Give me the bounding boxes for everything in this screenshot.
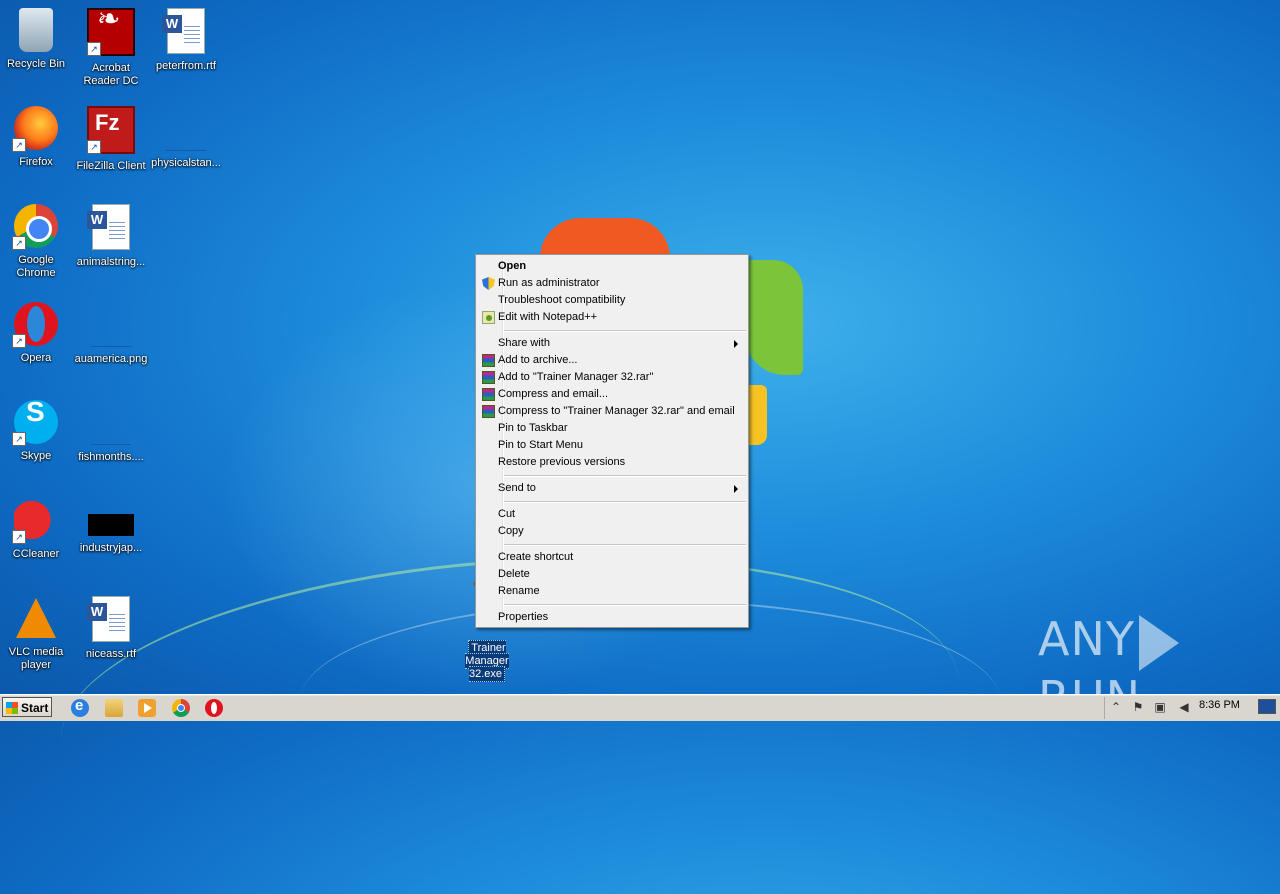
internet-explorer-icon[interactable] [71, 697, 89, 717]
menu-separator [504, 475, 746, 477]
skype-icon: ↗ [12, 400, 58, 446]
opera-icon: ↗ [12, 302, 58, 348]
desktop-icon-recycle-bin[interactable]: Recycle Bin [0, 8, 74, 71]
menu-separator [504, 544, 746, 546]
menu-item-add-to-rar[interactable]: Add to "Trainer Manager 32.rar" [478, 369, 744, 386]
network-icon[interactable]: ▣ [1153, 700, 1167, 714]
recycle-bin-icon [19, 8, 53, 52]
word-document-icon [87, 204, 130, 250]
menu-item-compress-to-rar-email[interactable]: Compress to "Trainer Manager 32.rar" and… [478, 403, 744, 420]
menu-item-properties[interactable]: Properties [478, 609, 744, 626]
ccleaner-icon: ↗ [12, 498, 58, 544]
menu-separator [504, 604, 746, 606]
image-file-icon [91, 324, 131, 347]
winrar-icon [482, 388, 495, 401]
menu-item-share-with[interactable]: Share with [478, 335, 744, 352]
filezilla-icon: ↗ [87, 106, 135, 154]
menu-separator [504, 330, 746, 332]
desktop-icon-chrome[interactable]: ↗ Google Chrome [0, 204, 74, 280]
menu-item-rename[interactable]: Rename [478, 583, 744, 600]
play-logo-icon [1138, 614, 1179, 671]
desktop-icon-opera[interactable]: ↗ Opera [0, 302, 74, 365]
winrar-icon [482, 371, 495, 384]
menu-separator [504, 501, 746, 503]
desktop-icon-physicalstan[interactable]: physicalstan... [148, 106, 224, 170]
notepadpp-icon [482, 311, 495, 324]
clock[interactable]: 8:36 PM [1199, 699, 1240, 711]
context-menu: Open Run as administrator Troubleshoot c… [475, 254, 749, 628]
show-desktop-icon[interactable] [1258, 699, 1276, 714]
shortcut-arrow-icon: ↗ [12, 432, 26, 446]
selected-icon-label: Trainer Manager 32.exe [465, 640, 509, 682]
menu-item-open[interactable]: Open [478, 258, 744, 275]
uac-shield-icon [482, 277, 495, 290]
volume-icon[interactable]: ◀ [1177, 700, 1191, 714]
shortcut-arrow-icon: ↗ [12, 138, 26, 152]
file-icon [88, 514, 134, 536]
opera-icon[interactable] [205, 699, 223, 717]
winrar-icon [482, 354, 495, 367]
menu-item-pin-start-menu[interactable]: Pin to Start Menu [478, 437, 744, 454]
menu-item-run-as-admin[interactable]: Run as administrator [478, 275, 744, 292]
windows-logo-icon [6, 702, 18, 714]
menu-item-create-shortcut[interactable]: Create shortcut [478, 549, 744, 566]
shortcut-arrow-icon: ↗ [87, 42, 101, 56]
menu-item-pin-taskbar[interactable]: Pin to Taskbar [478, 420, 744, 437]
acrobat-icon: ↗ [87, 8, 135, 56]
chrome-icon[interactable] [172, 699, 190, 717]
desktop-icon-filezilla[interactable]: ↗ FileZilla Client [73, 106, 149, 173]
desktop-icon-skype[interactable]: ↗ Skype [0, 400, 74, 463]
menu-item-cut[interactable]: Cut [478, 506, 744, 523]
word-document-icon [162, 8, 205, 54]
menu-item-troubleshoot[interactable]: Troubleshoot compatibility [478, 292, 744, 309]
windows-logo-green [745, 260, 803, 375]
shortcut-arrow-icon: ↗ [12, 236, 26, 250]
flag-icon[interactable]: ⚑ [1131, 700, 1145, 714]
desktop-icon-industryjap[interactable]: industryjap... [73, 498, 149, 555]
file-icon [166, 128, 206, 151]
chevron-up-icon[interactable]: ⌃ [1109, 700, 1123, 714]
explorer-icon[interactable] [105, 699, 123, 717]
menu-item-edit-notepadpp[interactable]: Edit with Notepad++ [478, 309, 744, 326]
desktop-icon-vlc[interactable]: VLC media player [0, 596, 74, 672]
desktop-icon-ccleaner[interactable]: ↗ CCleaner [0, 498, 74, 561]
start-button[interactable]: Start [2, 697, 52, 717]
desktop-icon-fishmonths[interactable]: fishmonths.... [73, 400, 149, 464]
desktop-icon-niceass[interactable]: niceass.rtf [73, 596, 149, 661]
firefox-icon: ↗ [12, 106, 58, 152]
shortcut-arrow-icon: ↗ [12, 334, 26, 348]
shortcut-arrow-icon: ↗ [87, 140, 101, 154]
media-player-icon[interactable] [138, 699, 156, 717]
menu-item-restore-versions[interactable]: Restore previous versions [478, 454, 744, 471]
desktop-icon-auamerica[interactable]: auamerica.png [73, 302, 149, 366]
vlc-icon [16, 598, 56, 638]
menu-item-delete[interactable]: Delete [478, 566, 744, 583]
chrome-icon: ↗ [12, 204, 58, 250]
shortcut-arrow-icon: ↗ [12, 530, 26, 544]
menu-item-send-to[interactable]: Send to [478, 480, 744, 497]
menu-item-copy[interactable]: Copy [478, 523, 744, 540]
desktop-icon-firefox[interactable]: ↗ Firefox [0, 106, 74, 169]
menu-item-add-to-archive[interactable]: Add to archive... [478, 352, 744, 369]
desktop-icon-peterfrom[interactable]: peterfrom.rtf [148, 8, 224, 73]
file-icon [91, 422, 131, 445]
menu-item-compress-email[interactable]: Compress and email... [478, 386, 744, 403]
desktop-icon-acrobat[interactable]: ↗ Acrobat Reader DC [73, 8, 149, 88]
system-tray: ⌃ ⚑ ▣ ◀ [1104, 697, 1279, 719]
word-document-icon [87, 596, 130, 642]
winrar-icon [482, 405, 495, 418]
taskbar: Start ⌃ ⚑ ▣ ◀ 8:36 PM [0, 694, 1280, 721]
desktop-icon-animalstring[interactable]: animalstring... [73, 204, 149, 269]
